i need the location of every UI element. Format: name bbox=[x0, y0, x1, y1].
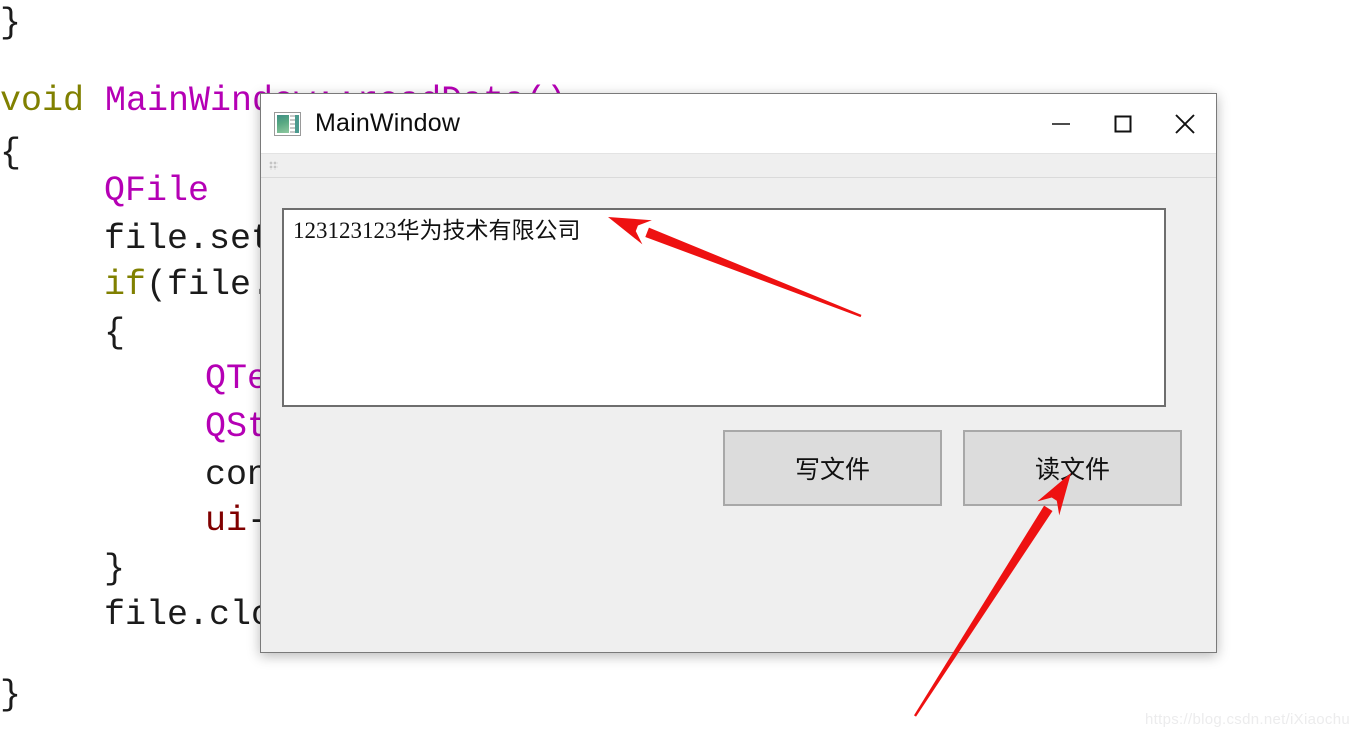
code-token: ui bbox=[205, 501, 248, 541]
minimize-button[interactable] bbox=[1030, 94, 1092, 153]
code-line: } bbox=[0, 672, 21, 718]
qt-form-icon-panel bbox=[277, 114, 289, 133]
maximize-icon bbox=[1114, 115, 1132, 132]
code-token: } bbox=[0, 3, 22, 43]
maximize-button[interactable] bbox=[1092, 94, 1154, 153]
code-token: void bbox=[0, 81, 106, 121]
code-line: { bbox=[0, 310, 125, 356]
code-token: } bbox=[104, 549, 126, 589]
minimize-icon bbox=[1052, 122, 1070, 125]
close-button[interactable] bbox=[1154, 94, 1216, 153]
code-token: if bbox=[104, 265, 147, 305]
toolbar-strip[interactable] bbox=[261, 154, 1216, 178]
code-token: { bbox=[104, 313, 126, 353]
code-line: QFile bbox=[0, 168, 209, 214]
write-file-button[interactable]: 写文件 bbox=[723, 430, 942, 506]
code-token: QFile bbox=[104, 171, 210, 211]
main-window-dialog: MainWindow 123123123华为技术有限公司 写文件 读文件 bbox=[260, 93, 1217, 653]
drag-handle-icon[interactable] bbox=[269, 161, 278, 170]
qt-form-icon bbox=[274, 111, 301, 136]
read-file-button[interactable]: 读文件 bbox=[963, 430, 1182, 506]
screenshot-root: }void MainWindow::readData(){QFilefile.s… bbox=[0, 0, 1358, 742]
window-title: MainWindow bbox=[315, 109, 461, 137]
code-token: { bbox=[0, 133, 22, 173]
code-line: } bbox=[0, 0, 21, 46]
client-area: 123123123华为技术有限公司 写文件 读文件 bbox=[261, 178, 1216, 652]
text-edit-value: 123123123华为技术有限公司 bbox=[293, 218, 581, 243]
code-token: } bbox=[0, 675, 22, 715]
close-icon bbox=[1175, 113, 1195, 134]
text-edit-field[interactable]: 123123123华为技术有限公司 bbox=[282, 208, 1166, 407]
watermark: https://blog.csdn.net/iXiaochu bbox=[1145, 711, 1350, 728]
qt-form-icon-tab bbox=[295, 114, 299, 133]
code-line: } bbox=[0, 546, 125, 592]
title-bar[interactable]: MainWindow bbox=[261, 94, 1216, 154]
window-controls bbox=[1030, 94, 1216, 153]
